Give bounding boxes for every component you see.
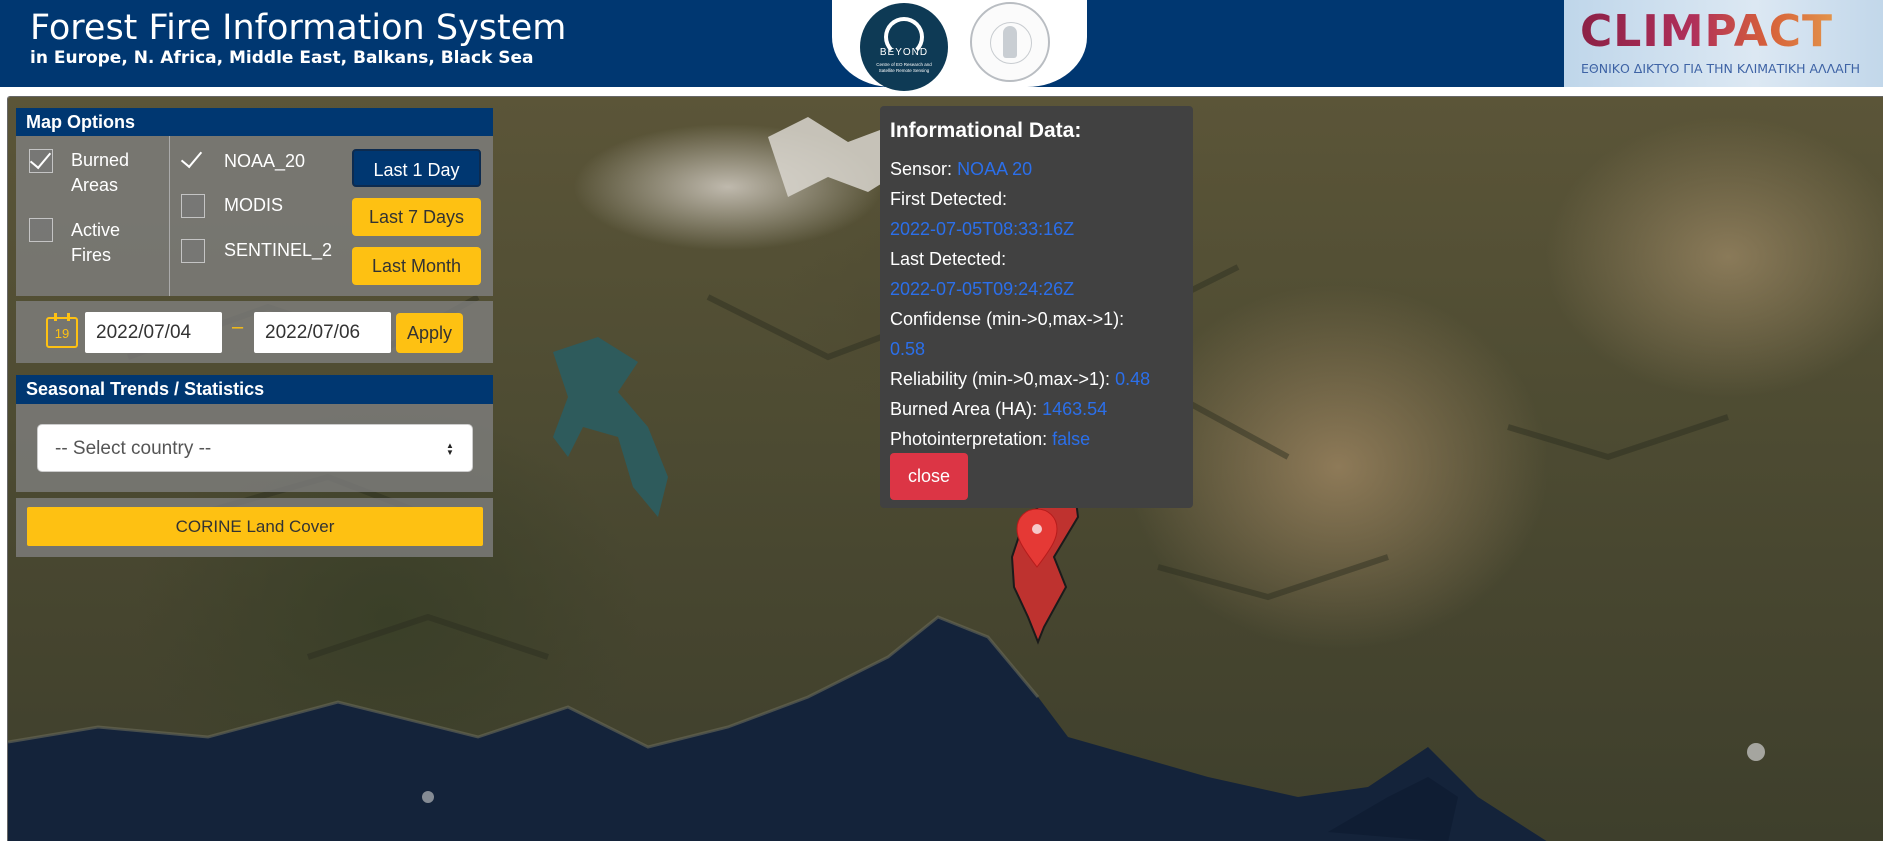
modis-label: MODIS	[224, 195, 284, 215]
cloud-speck	[1747, 743, 1765, 761]
last-month-button[interactable]: Last Month	[352, 247, 481, 285]
corine-land-cover-button[interactable]: CORINE Land Cover	[27, 507, 483, 546]
noa-logo[interactable]	[970, 2, 1050, 82]
panel-divider	[169, 136, 170, 296]
sensor-row: Sensor: NOAA 20	[890, 154, 1183, 184]
burned-area-value: 1463.54	[1042, 399, 1108, 419]
seasonal-trends-header: Seasonal Trends / Statistics	[16, 375, 493, 404]
burned-area-label: Burned Area (HA):	[890, 399, 1038, 419]
last-detected-value: 2022-07-05T09:24:26Z	[890, 279, 1075, 299]
date-separator: –	[232, 316, 244, 338]
photointerpretation-label: Photointerpretation:	[890, 429, 1048, 449]
calendar-icon[interactable]: 19	[46, 313, 78, 348]
site-header: Forest Fire Information System in Europe…	[0, 0, 1883, 91]
site-subtitle: in Europe, N. Africa, Middle East, Balka…	[30, 48, 534, 68]
beyond-logo[interactable]: BEYOND Centre of EO Research and Satelli…	[860, 3, 948, 91]
partner-logos: BEYOND Centre of EO Research and Satelli…	[832, 0, 1087, 91]
site-title: Forest Fire Information System	[30, 8, 567, 48]
burned-area-row: Burned Area (HA): 1463.54	[890, 394, 1183, 424]
sensor-value: NOAA 20	[957, 159, 1033, 179]
cloud-speck	[422, 791, 434, 803]
reliability-label: Reliability (min->0,max->1):	[890, 369, 1111, 389]
climpact-logo[interactable]: CLIMPACT ΕΘΝΙΚΟ ΔΙΚΤΥΟ ΓΙΑ ΤΗΝ ΚΛΙΜΑΤΙΚΗ…	[1564, 0, 1883, 87]
reliability-value: 0.48	[1115, 369, 1151, 389]
active-fires-label: Active Fires	[71, 220, 121, 265]
modis-checkbox[interactable]	[181, 194, 205, 218]
noaa20-label: NOAA_20	[224, 151, 306, 171]
country-select[interactable]: -- Select country -- ▲ ▼	[37, 424, 473, 472]
info-popup-title: Informational Data:	[890, 119, 1082, 142]
noaa20-checkbox[interactable]	[181, 149, 205, 173]
info-popup: Informational Data: Sensor: NOAA 20 Firs…	[880, 106, 1193, 508]
burned-area-polygon[interactable]	[1010, 483, 1080, 645]
climpact-tagline: ΕΘΝΙΚΟ ΔΙΚΤΥΟ ΓΙΑ ΤΗΝ ΚΛΙΜΑΤΙΚΗ ΑΛΛΑΓΗ	[1581, 61, 1861, 76]
climpact-wordmark: CLIMPACT	[1580, 6, 1834, 57]
apply-button[interactable]: Apply	[396, 313, 463, 353]
lake	[553, 337, 668, 517]
date-from-input[interactable]: 2022/07/04	[85, 312, 222, 353]
sentinel2-label: SENTINEL_2	[224, 240, 333, 260]
active-fires-checkbox[interactable]	[29, 218, 53, 242]
burned-areas-checkbox[interactable]	[29, 149, 53, 173]
confidence-value: 0.58	[890, 339, 926, 359]
sentinel2-checkbox[interactable]	[181, 239, 205, 263]
first-detected-label: First Detected:	[890, 189, 1008, 209]
noa-seal-figure-icon	[1003, 26, 1017, 58]
last-7-days-button[interactable]: Last 7 Days	[352, 198, 481, 236]
select-arrows-icon: ▲ ▼	[446, 441, 454, 457]
reliability-row: Reliability (min->0,max->1): 0.48	[890, 364, 1183, 394]
date-to-input[interactable]: 2022/07/06	[254, 312, 391, 353]
last-1-day-button[interactable]: Last 1 Day	[352, 149, 481, 187]
burned-areas-label: Burned Areas	[71, 150, 130, 195]
photointerpretation-value: false	[1052, 429, 1091, 449]
confidence-label: Confidense (min->0,max->1):	[890, 309, 1125, 329]
sensor-label: Sensor:	[890, 159, 953, 179]
photointerpretation-row: Photointerpretation: false	[890, 424, 1183, 454]
last-detected-label: Last Detected:	[890, 249, 1007, 269]
first-detected-value: 2022-07-05T08:33:16Z	[890, 219, 1075, 239]
map-options-header: Map Options	[16, 108, 493, 136]
country-select-value: -- Select country --	[55, 438, 212, 459]
close-button[interactable]: close	[890, 453, 968, 500]
